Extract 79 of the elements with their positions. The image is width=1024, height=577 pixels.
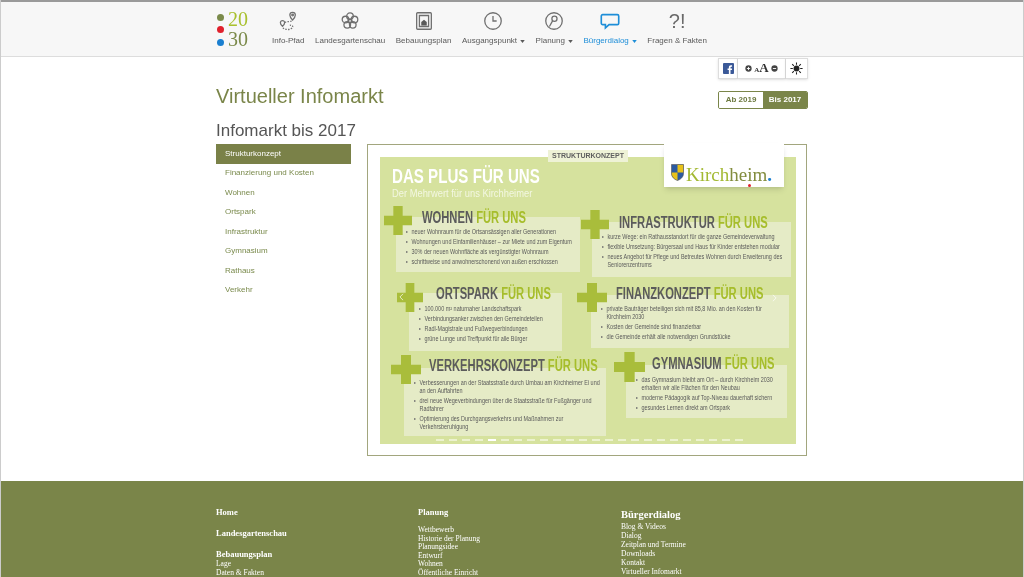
nav-link[interactable]: Landesgartenschau xyxy=(315,10,386,46)
footer-heading-link[interactable]: Home xyxy=(216,507,238,517)
slide-indicator[interactable] xyxy=(566,439,574,441)
sidebar-item[interactable]: Wohnen xyxy=(216,183,351,203)
slide-indicator[interactable] xyxy=(579,439,587,441)
slide-indicator[interactable] xyxy=(462,439,470,441)
next-slide-button[interactable] xyxy=(772,294,777,302)
sidebar-item[interactable]: Rathaus xyxy=(216,261,351,281)
sidebar-item[interactable]: Strukturkonzept xyxy=(216,144,351,164)
year-toggle-button[interactable]: Bis 2017 xyxy=(763,92,807,108)
slide-indicator[interactable] xyxy=(514,439,522,441)
slide-indicator[interactable] xyxy=(605,439,613,441)
logo-text: 30 xyxy=(228,28,248,49)
nav-link[interactable]: Ausgangspunkt xyxy=(461,10,526,46)
slide-subtitle: Der Mehrwert für uns Kirchheimer xyxy=(392,187,533,200)
panel-heading: INFRASTRUKTUR FÜR UNS xyxy=(619,214,768,232)
slide-indicator[interactable] xyxy=(657,439,665,441)
slide-indicator[interactable] xyxy=(631,439,639,441)
slide-indicator[interactable] xyxy=(449,439,457,441)
chevron-left-icon xyxy=(399,293,404,301)
question-exclamation-symbol: ?! xyxy=(668,10,686,32)
plus-icon xyxy=(391,355,421,384)
contrast-button[interactable] xyxy=(786,58,808,79)
section-title: Infomarkt bis 2017 xyxy=(216,121,357,141)
minus-circle-icon xyxy=(770,65,778,72)
slide-indicator[interactable] xyxy=(475,439,483,441)
slide-indicator[interactable] xyxy=(696,439,704,441)
slide-indicator[interactable] xyxy=(735,439,743,441)
chevron-right-icon xyxy=(772,294,777,302)
slide-indicator[interactable] xyxy=(436,439,444,441)
nav-link[interactable]: Bebauungsplan xyxy=(395,10,452,46)
panel-heading: GYMNASIUM FÜR UNS xyxy=(652,355,775,373)
panel-heading: WOHNEN FÜR UNS xyxy=(422,209,526,227)
shield-icon xyxy=(671,164,684,181)
nav-link[interactable]: Info-Pfad xyxy=(272,10,305,46)
slide-indicator[interactable] xyxy=(683,439,691,441)
sidebar-item[interactable]: Finanzierung und Kosten xyxy=(216,163,351,183)
plus-icon xyxy=(384,206,412,235)
plus-icon xyxy=(397,283,423,312)
slide-title: DAS PLUS FÜR UNS xyxy=(392,164,540,188)
slide-indicator[interactable] xyxy=(618,439,626,441)
panel-heading: FINANZKONZEPT FÜR UNS xyxy=(616,285,764,303)
nav-link[interactable]: Planung xyxy=(535,10,573,46)
nav-link[interactable]: ?! Fragen & Fakten xyxy=(647,10,707,46)
sidebar-item[interactable]: Infrastruktur xyxy=(216,222,351,242)
slide-indicator[interactable] xyxy=(592,439,600,441)
slide-indicator[interactable] xyxy=(670,439,678,441)
increase-font-button[interactable] xyxy=(745,65,753,72)
slide-indicator[interactable] xyxy=(644,439,652,441)
slide-indicator[interactable] xyxy=(540,439,548,441)
plus-icon xyxy=(581,210,609,239)
nav-link[interactable]: Bürgerdialog xyxy=(583,10,637,46)
panel-heading: VERKEHRSKONZEPT FÜR UNS xyxy=(429,357,598,375)
decrease-font-button[interactable] xyxy=(770,65,778,72)
sidebar-item[interactable]: Verkehr xyxy=(216,280,351,300)
slide-indicator[interactable] xyxy=(709,439,717,441)
sidebar-item[interactable]: Gymnasium xyxy=(216,241,351,261)
page-title: Virtueller Infomarkt xyxy=(216,85,384,107)
clock-icon xyxy=(482,10,505,32)
footer-heading-link[interactable]: Bürgerdialog xyxy=(621,509,681,520)
slide-indicator[interactable] xyxy=(527,439,535,441)
facebook-link[interactable] xyxy=(718,58,738,79)
facebook-icon xyxy=(722,63,734,74)
slide-indicator[interactable] xyxy=(553,439,561,441)
slide-indicator[interactable] xyxy=(722,439,730,441)
panel-heading: ORTSPARK FÜR UNS xyxy=(436,285,551,303)
slide-indicator[interactable] xyxy=(488,439,496,441)
footer-heading-link[interactable]: Bebauungsplan xyxy=(216,549,273,559)
pin-circle-icon xyxy=(543,10,566,32)
sun-icon xyxy=(790,62,803,75)
slide-indicator[interactable] xyxy=(501,439,509,441)
plus-circle-icon xyxy=(745,65,753,72)
previous-slide-button[interactable] xyxy=(399,293,404,301)
footer-heading-link[interactable]: Planung xyxy=(418,507,449,517)
footer-heading-link[interactable]: Landesgartenschau xyxy=(216,528,287,538)
logo-text: 20 xyxy=(228,8,248,29)
sidebar-item[interactable]: Ortspark xyxy=(216,202,351,222)
plus-icon xyxy=(577,283,607,312)
wordmark: Kirchheim. xyxy=(686,167,772,182)
